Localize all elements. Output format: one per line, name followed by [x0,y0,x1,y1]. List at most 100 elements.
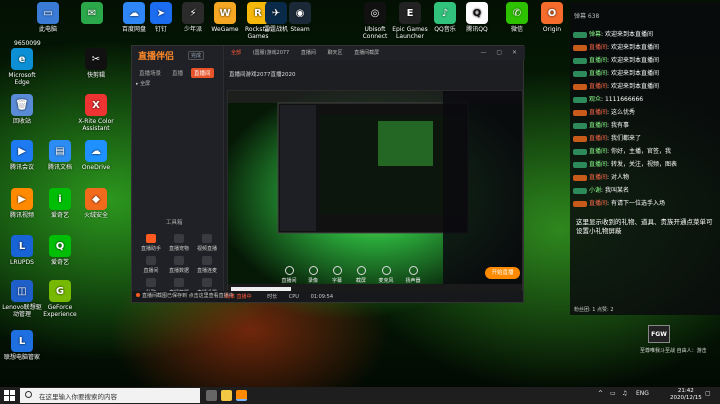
room-button[interactable]: 直播间 [278,266,300,284]
danmu-item: 直播间: 欢迎来到本直播间 [573,83,659,91]
microphone-button[interactable]: 麦克风 [375,266,397,284]
tray-chevron-icon[interactable]: ^ [598,390,603,397]
toolbox-item[interactable]: 视频直播 [194,234,220,252]
clock-time: 21:42 [677,388,694,394]
app-icon: O [541,2,563,24]
record-button[interactable]: 录像 [302,266,324,284]
speaker-button[interactable]: 扬声器 [402,266,424,284]
desktop-icon[interactable]: ◉ Steam [278,2,322,33]
toolbox-item[interactable]: 直播助手 [138,234,164,252]
start-tile [4,396,9,401]
desktop-icon[interactable]: X X-Rite Color Assistant [74,94,118,132]
volume-icon[interactable]: ♫ [622,390,627,397]
danmu-item: 直播间: 欢迎来到本直播间 [573,70,659,78]
tab-all[interactable]: 全部 [231,50,241,56]
toolbox-title: 工具箱 [166,220,183,226]
notification-icon[interactable]: ▢ [705,390,711,397]
start-tile [4,390,9,395]
tab-room[interactable]: 直播间 [301,50,316,56]
level-badge [573,161,587,168]
desktop-icon[interactable]: Q 爱奇艺 [38,235,82,266]
desktop-icon-label: Microsoft Edge [8,72,36,86]
desktop-icon-label: X-Rite Color Assistant [78,118,114,132]
desktop-icon[interactable]: ▭ 此电脑 [26,2,70,33]
windows-start-icon[interactable] [4,390,15,401]
app-icon: G [49,280,71,302]
app-icon: ➤ [150,2,172,24]
danmu-message: 我们都来了 [610,135,641,142]
window-controls[interactable]: — ▢ ✕ [480,49,521,56]
live-app-taskbar-icon[interactable] [236,390,247,401]
tab-scene[interactable]: 直播场景 [136,68,164,78]
file-explorer-icon[interactable] [221,390,232,401]
search-placeholder: 在这里输入你要搜索的内容 [39,393,117,401]
level-badge [573,187,587,194]
taskbar: 在这里输入你要搜索的内容 ^ ▭ ♫ ENG 21:42 2020/12/15 … [0,387,720,404]
tab-live[interactable]: 直播 [169,68,186,78]
desktop-icon[interactable]: e Microsoft Edge [0,48,44,86]
danmu-item: 直播间: 有请下一位选手入场 [573,200,665,208]
tab-room[interactable]: 直播间 [191,68,214,78]
desktop-icon[interactable]: O Origin [530,2,574,33]
desktop-icon[interactable]: Q 腾讯QQ [455,2,499,33]
task-view-icon[interactable] [206,390,217,401]
clock[interactable]: 21:42 2020/12/15 [670,388,702,402]
desktop-icon[interactable]: 🗑 回收站 [0,94,44,125]
desktop-icon[interactable]: L 联想电脑管家 [0,330,44,361]
desktop-icon-label: 爱奇艺 [50,212,69,219]
desktop-icon[interactable]: ✂ 快剪辑 [74,48,118,79]
app-icon: Q [49,235,71,257]
room-icon [284,266,294,275]
danmu-message: 转发，关注，视频，图表 [610,161,677,168]
language-indicator[interactable]: ENG [636,390,649,397]
fgw-logo[interactable]: FGW [648,325,670,343]
preview-chat [443,91,522,284]
taskbar-search[interactable]: 在这里输入你要搜索的内容 [20,388,200,403]
app-icon: ◉ [289,2,311,24]
desktop-icon[interactable]: i 爱奇艺 [38,188,82,219]
level-badge [573,31,587,38]
start-live-button[interactable]: 开始直播 [485,267,520,279]
microphone-icon [381,266,391,275]
danmu-message: 欢迎来到本直播间 [610,83,659,90]
app-icon: ◆ [85,188,107,210]
tool-icon [202,234,212,243]
danmu-user: 直播间 [589,44,608,51]
subtitle-button[interactable]: 字幕 [326,266,348,284]
danmu-item: 直播间: 欢迎来到本直播间 [573,44,659,52]
subtitle-icon [332,266,342,275]
level-badge [573,200,587,207]
desktop-icon-label: OneDrive [81,164,111,171]
scene-item[interactable]: ▸ 全屏 [136,80,150,87]
app-icon: ▶ [11,188,33,210]
tool-icon [146,234,156,243]
speaker-label: 扬声器 [405,278,421,284]
screenshot-button[interactable]: 截屏 [350,266,372,284]
level-badge [573,96,587,103]
danmu-message: 1111666666 [604,96,644,103]
danmu-user: 观众 [589,96,602,103]
scene-tabs: 直播场景 直播 直播间 [136,68,214,78]
danmu-message: 欢迎来到本直播间 [610,44,659,51]
desktop-icon[interactable]: G GeForce Experience [38,280,82,318]
app-logo: 直播伴侣 [138,52,175,62]
danmu-item: 直播间: 转发，关注，视频，图表 [573,161,677,169]
danmu-message: 有请下一位选手入场 [610,200,665,207]
app-icon: i [49,188,71,210]
desktop-icon[interactable]: ✉ [70,2,114,26]
danmu-panel[interactable]: 弹幕 638 弹幕: 欢迎来到本直播间 直播间: 欢迎来到本直播间 直播间: 欢迎来… [570,3,720,315]
danmu-message: 我有事 [610,122,629,129]
desktop-icon[interactable]: ☁ OneDrive [74,140,118,171]
status-badge: 完成 [188,51,205,60]
desktop-badge: 9650099 [14,40,41,47]
tab-screenshot[interactable]: 直播间截屏 [354,50,379,56]
desktop-icon-label: 快剪辑 [86,72,105,79]
network-icon[interactable]: ▭ [610,390,616,397]
tab-chat[interactable]: 聊天区 [327,50,342,56]
tab-game[interactable]: (国服)游戏2077 [253,50,290,56]
app-icon: e [11,48,33,70]
danmu-item: 直播间: 你好，主播，官签，我 [573,148,671,156]
danmu-item: 直播间: 这么优秀 [573,109,635,117]
microphone-label: 麦克风 [378,278,394,284]
toolbox-item[interactable]: 直播宠物 [166,234,192,252]
